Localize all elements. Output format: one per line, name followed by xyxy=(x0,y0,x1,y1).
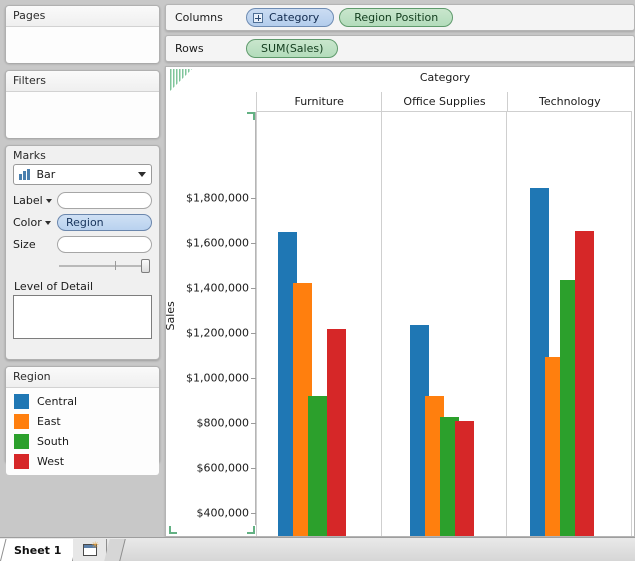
chevron-down-icon[interactable] xyxy=(44,220,51,225)
mark-type-selector[interactable]: Bar xyxy=(13,164,152,185)
marks-label-row: Label xyxy=(13,191,152,210)
pages-card: Pages xyxy=(5,5,160,63)
legend-item[interactable]: Central xyxy=(6,391,159,411)
tableau-window: Pages Filters Marks Bar Label Color Regi… xyxy=(0,0,635,561)
axis-bracket-top-icon xyxy=(247,112,255,120)
color-legend-card: Region Central East South West xyxy=(5,366,160,475)
legend-item[interactable]: East xyxy=(6,411,159,431)
column-header[interactable]: Furniture xyxy=(256,92,381,112)
pages-shelf-dropzone[interactable] xyxy=(6,27,159,63)
size-slider-tick xyxy=(115,261,117,270)
y-axis-tick-label: $400,000 xyxy=(196,506,250,520)
pill-region-position[interactable]: Region Position xyxy=(339,8,454,27)
color-shelf-button[interactable]: Color xyxy=(13,216,57,229)
pill-category-label: Category xyxy=(269,11,320,24)
marks-size-row: Size xyxy=(13,235,152,254)
new-worksheet-button[interactable]: ✳ xyxy=(73,539,108,561)
legend-swatch xyxy=(14,413,29,429)
chart-pane[interactable] xyxy=(506,112,632,536)
column-field-title: Category xyxy=(419,71,471,84)
bar-mark[interactable] xyxy=(454,421,474,536)
column-header[interactable]: Technology xyxy=(506,92,632,112)
tab-sheet-1[interactable]: Sheet 1 xyxy=(0,539,74,561)
chart-pane[interactable] xyxy=(381,112,506,536)
filters-card: Filters xyxy=(5,70,160,138)
column-headers: Furniture Office Supplies Technology xyxy=(256,92,632,112)
legend-swatch xyxy=(14,453,29,469)
tabbar-filler xyxy=(104,539,127,561)
pill-sum-sales[interactable]: SUM(Sales) xyxy=(246,39,339,58)
worksheet-tabbar: Sheet 1 ✳ xyxy=(0,537,635,561)
marks-card: Marks Bar Label Color Region Size Level … xyxy=(5,145,160,360)
y-axis-title: Sales xyxy=(165,301,178,331)
chevron-down-icon[interactable] xyxy=(138,172,146,177)
size-shelf-dropzone[interactable] xyxy=(57,236,152,253)
worksheet-view[interactable]: Category Furniture Office Supplies Technol… xyxy=(165,66,635,537)
size-slider-thumb[interactable] xyxy=(141,259,150,273)
marks-card-title: Marks xyxy=(13,149,46,162)
filters-shelf-dropzone[interactable] xyxy=(6,92,159,138)
legend-swatch xyxy=(14,393,29,409)
tab-sheet-1-label: Sheet 1 xyxy=(14,543,62,557)
chart-pane[interactable] xyxy=(256,112,381,536)
y-axis[interactable]: Sales $0$200,000$400,000$600,000$800,000… xyxy=(166,112,256,536)
size-shelf-text: Size xyxy=(13,238,36,251)
size-slider-track xyxy=(59,265,150,267)
legend-item-label: West xyxy=(37,454,65,468)
y-axis-tick-label: $1,600,000 xyxy=(186,236,249,250)
bar-mark[interactable] xyxy=(327,328,347,536)
level-of-detail-dropzone[interactable] xyxy=(13,295,152,339)
rows-shelf-label: Rows xyxy=(175,42,204,55)
size-slider[interactable] xyxy=(59,258,150,274)
legend-item[interactable]: West xyxy=(6,451,159,471)
column-header[interactable]: Office Supplies xyxy=(381,92,506,112)
label-shelf-button[interactable]: Label xyxy=(13,194,57,207)
pill-region-position-label: Region Position xyxy=(354,11,439,24)
mark-type-label: Bar xyxy=(36,168,56,181)
pill-category[interactable]: Category xyxy=(246,8,335,27)
bar-chart-icon xyxy=(19,169,30,180)
y-axis-tick-label: $600,000 xyxy=(196,461,250,475)
new-worksheet-icon: ✳ xyxy=(82,542,99,556)
pages-card-title: Pages xyxy=(6,6,159,27)
color-shelf-text: Color xyxy=(13,216,42,229)
legend-swatch xyxy=(14,433,29,449)
y-axis-tick-label: $800,000 xyxy=(196,416,250,430)
pill-sum-sales-label: SUM(Sales) xyxy=(261,42,324,55)
color-shelf-pill[interactable]: Region xyxy=(57,214,152,231)
bar-mark[interactable] xyxy=(574,230,594,536)
label-shelf-text: Label xyxy=(13,194,43,207)
columns-shelf-label: Columns xyxy=(175,11,223,24)
legend-item-label: Central xyxy=(37,394,78,408)
level-of-detail-label: Level of Detail xyxy=(14,280,94,293)
chart-panes xyxy=(256,112,632,536)
rows-shelf[interactable]: Rows SUM(Sales) xyxy=(165,35,635,62)
marks-color-row: Color Region xyxy=(13,213,152,232)
axis-bracket-bottomright-icon xyxy=(247,526,255,534)
color-legend-title: Region xyxy=(6,367,159,388)
chevron-down-icon[interactable] xyxy=(45,198,52,203)
legend-item-label: East xyxy=(37,414,61,428)
axis-bracket-bottomleft-icon xyxy=(169,526,177,534)
size-shelf-button[interactable]: Size xyxy=(13,238,57,251)
plus-box-icon[interactable] xyxy=(253,12,263,23)
bar-mark[interactable] xyxy=(307,396,327,536)
legend-item-label: South xyxy=(37,434,69,448)
color-shelf-pill-label: Region xyxy=(66,216,104,229)
color-legend-list: Central East South West xyxy=(6,388,159,475)
y-axis-tick-label: $1,200,000 xyxy=(186,326,249,340)
y-axis-tick-label: $1,800,000 xyxy=(186,191,249,205)
columns-shelf[interactable]: Columns Category Region Position xyxy=(165,4,635,31)
continuous-axis-indicator-icon xyxy=(170,69,192,91)
filters-card-title: Filters xyxy=(6,71,159,92)
legend-item[interactable]: South xyxy=(6,431,159,451)
y-axis-tick-label: $1,400,000 xyxy=(186,281,249,295)
y-axis-tick-label: $1,000,000 xyxy=(186,371,249,385)
label-shelf-dropzone[interactable] xyxy=(57,192,152,209)
